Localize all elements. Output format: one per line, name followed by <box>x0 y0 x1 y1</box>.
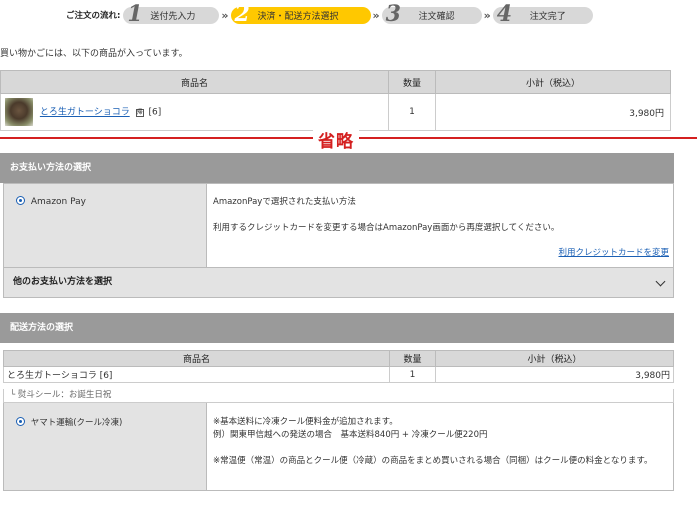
step-2-current: 2 決済・配送方法選択 <box>230 1 371 27</box>
product-thumbnail[interactable] <box>5 98 33 126</box>
step-1: 1 送付先入力 <box>123 1 220 27</box>
step-number: 4 <box>496 0 513 27</box>
step-number: 1 <box>127 0 143 27</box>
qty-cell: 1 <box>389 366 436 383</box>
payment-method-label: Amazon Pay <box>30 197 86 207</box>
step-arrow: » <box>372 8 380 22</box>
payment-section-header: お支払い方法の選択 <box>0 153 674 183</box>
shipping-option[interactable]: ヤマト運輸(クール冷凍) <box>4 403 207 490</box>
table-row: とろ生ガトーショコラ 帰 [6] 1 3,980円 <box>0 93 671 131</box>
step-3: 3 注文確認 <box>381 1 482 27</box>
product-cell: とろ生ガトーショコラ [6] <box>3 366 390 383</box>
cart-intro-text: 買い物かごには、以下の商品が入っています。 <box>0 49 188 59</box>
step-4: 4 注文完了 <box>492 1 593 27</box>
change-card-link[interactable]: 利用クレジットカードを変更 <box>558 246 669 258</box>
shipping-note-2: 例）関東甲信越への発送の場合 基本送料840円 + 冷凍クール便220円 <box>213 430 488 440</box>
col-header-product: 商品名 <box>0 70 389 94</box>
step-arrow: » <box>221 8 229 22</box>
chevron-down-icon <box>655 276 666 287</box>
step-label: 注文完了 <box>529 11 566 22</box>
col-header-qty: 数量 <box>389 350 436 367</box>
other-payment-label: 他のお支払い方法を選択 <box>13 277 113 287</box>
other-payment-toggle[interactable]: 他のお支払い方法を選択 <box>3 268 674 298</box>
subtotal-cell: 3,980円 <box>435 93 671 131</box>
noshi-sticker-note: └ 熨斗シール：お誕生日祝 <box>3 389 674 403</box>
cart-table: 商品名 数量 小計（税込） とろ生ガトーショコラ 帰 [6] 1 3,980円 <box>0 70 671 131</box>
subtotal-cell: 3,980円 <box>435 366 674 383</box>
shipping-section-header: 配送方法の選択 <box>0 313 674 343</box>
shipping-method-label: ヤマト運輸(クール冷凍) <box>30 418 123 428</box>
payment-line-1: AmazonPayで選択された支払い方法 <box>213 197 356 207</box>
shipping-note-1: ※基本送料に冷凍クール便料金が追加されます。 <box>213 417 398 427</box>
col-header-qty: 数量 <box>388 70 436 94</box>
step-label: 決済・配送方法選択 <box>257 11 339 22</box>
step-label: 注文確認 <box>418 11 455 22</box>
product-cell: とろ生ガトーショコラ 帰 [6] <box>0 93 389 131</box>
shipping-note-3: ※常温便（常温）の商品とクール便（冷蔵）の商品をまとめ買いされる場合（同梱）はク… <box>213 456 653 466</box>
checkout-steps: ご注文の流れ: 1 送付先入力 » 2 決済・配送方法選択 » 3 注文確認 »… <box>66 1 593 27</box>
payment-details: AmazonPayで選択された支払い方法 利用するクレジットカードを変更する場合… <box>213 195 669 258</box>
payment-method-box: Amazon Pay AmazonPayで選択された支払い方法 利用するクレジッ… <box>3 183 674 268</box>
shipping-table: 商品名 数量 小計（税込） とろ生ガトーショコラ [6] 1 3,980円 <box>3 350 674 383</box>
col-header-subtotal: 小計（税込） <box>435 70 671 94</box>
gift-icon: 帰 <box>135 108 144 117</box>
step-arrow: » <box>483 8 491 22</box>
radio-selected-icon[interactable] <box>16 196 25 205</box>
table-row: とろ生ガトーショコラ [6] 1 3,980円 <box>3 366 674 383</box>
col-header-subtotal: 小計（税込） <box>435 350 674 367</box>
radio-selected-icon[interactable] <box>16 417 25 426</box>
col-header-product: 商品名 <box>3 350 390 367</box>
omit-label: 省略 <box>313 127 359 152</box>
step-number: 2 <box>234 0 250 27</box>
shipping-notes: ※基本送料に冷凍クール便料金が追加されます。 例）関東甲信越への発送の場合 基本… <box>213 416 673 468</box>
flow-label: ご注文の流れ: <box>66 11 121 21</box>
payment-option[interactable]: Amazon Pay <box>4 184 207 267</box>
shipping-method-box: ヤマト運輸(クール冷凍) ※基本送料に冷凍クール便料金が追加されます。 例）関東… <box>3 403 674 491</box>
product-option: [6] <box>148 107 162 118</box>
step-label: 送付先入力 <box>150 11 196 22</box>
step-number: 3 <box>385 0 401 27</box>
product-link[interactable]: とろ生ガトーショコラ <box>40 108 130 118</box>
qty-cell: 1 <box>388 93 436 131</box>
payment-line-2: 利用するクレジットカードを変更する場合はAmazonPay画面から再度選択してく… <box>213 223 560 233</box>
